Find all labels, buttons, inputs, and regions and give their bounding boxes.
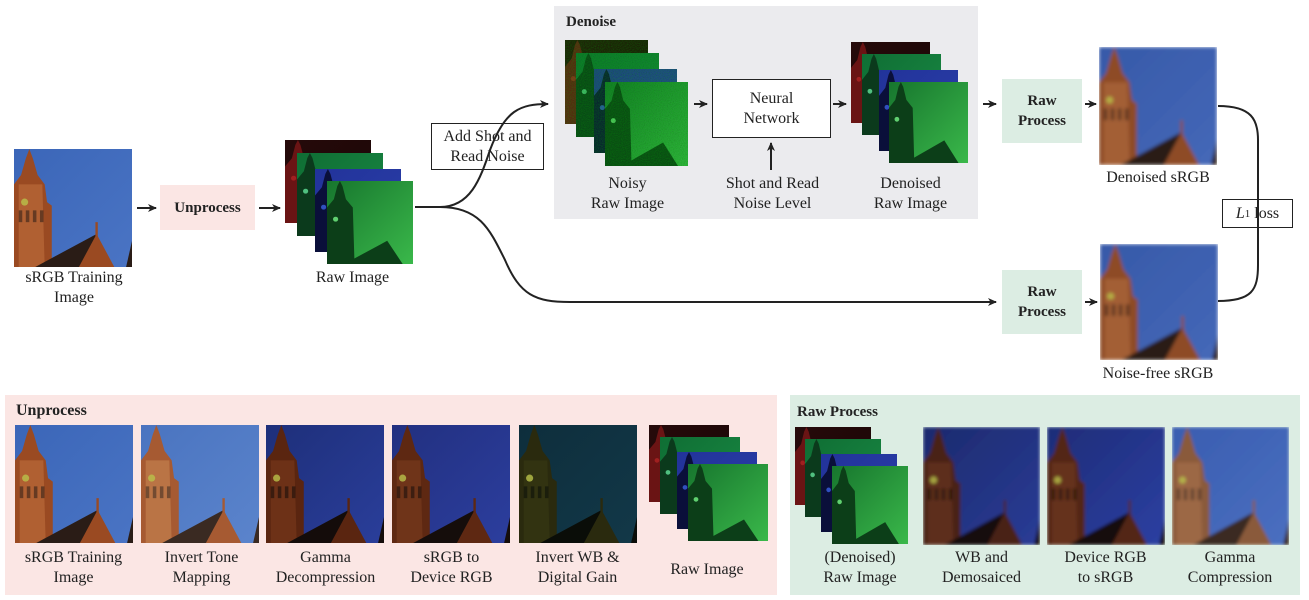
unprocess-step-device-image bbox=[392, 425, 510, 543]
denoised-srgb-label: Denoised sRGB bbox=[1106, 169, 1210, 186]
raw-process-box-top: Raw Process bbox=[1002, 79, 1082, 143]
noisy-raw-image-label: Noisy Raw Image bbox=[590, 175, 665, 212]
raw-process-box-bottom: Raw Process bbox=[1002, 270, 1082, 334]
srgb-training-image bbox=[14, 149, 132, 267]
unprocess-step-label: sRGB to Device RGB bbox=[410, 549, 493, 586]
noisy-raw-image-stack bbox=[565, 40, 691, 168]
raw-process-step-raw-stack bbox=[795, 427, 910, 545]
raw-process-step-device-srgb-image bbox=[1047, 427, 1165, 545]
green2-channel-layer bbox=[688, 464, 768, 541]
unprocess-step-label: Invert Tone Mapping bbox=[164, 549, 239, 586]
unprocess-step-label: sRGB Training Image bbox=[24, 549, 123, 586]
green2-channel-layer bbox=[832, 466, 908, 544]
noise-free-srgb-image bbox=[1100, 244, 1218, 360]
unprocess-step-gamma-image bbox=[266, 425, 384, 543]
raw-image-stack bbox=[285, 140, 415, 265]
raw-process-step-label: WB and Demosaiced bbox=[941, 549, 1022, 586]
neural-network-box: Neural Network bbox=[712, 79, 831, 138]
raw-process-panel-title: Raw Process bbox=[797, 404, 878, 420]
unprocess-box: Unprocess bbox=[160, 185, 255, 230]
unprocess-panel-title: Unprocess bbox=[16, 402, 87, 419]
loss-text: loss bbox=[1254, 204, 1280, 222]
noise-level-label: Shot and Read Noise Level bbox=[725, 175, 820, 212]
unprocess-step-tone-image bbox=[141, 425, 259, 543]
green2-channel-layer bbox=[889, 82, 968, 163]
raw-process-step-wb-demosaic-image bbox=[923, 427, 1040, 545]
unprocess-step-wb-image bbox=[519, 425, 637, 543]
unprocess-step-srgb-image bbox=[15, 425, 133, 543]
denoise-panel-title: Denoise bbox=[566, 14, 616, 30]
green2-channel-layer bbox=[327, 181, 413, 264]
denoised-srgb-image bbox=[1099, 47, 1217, 165]
unprocess-step-label: Gamma Decompression bbox=[275, 549, 376, 586]
green2-channel-layer bbox=[605, 82, 688, 166]
loss-symbol: L bbox=[1235, 204, 1245, 222]
curve-to-raw-process-bottom bbox=[439, 206, 997, 306]
l1-loss-box: L1 loss bbox=[1222, 199, 1293, 228]
noise-free-srgb-label: Noise-free sRGB bbox=[1102, 365, 1214, 382]
add-noise-box: Add Shot and Read Noise bbox=[431, 123, 544, 170]
unprocess-step-raw-stack bbox=[649, 425, 770, 542]
raw-image-label: Raw Image bbox=[315, 269, 390, 286]
srgb-training-image-label: sRGB Training Image bbox=[25, 269, 123, 306]
unprocess-step-label: Raw Image bbox=[670, 561, 744, 578]
denoised-raw-image-stack bbox=[851, 42, 971, 164]
raw-process-step-label: Device RGB to sRGB bbox=[1064, 549, 1147, 586]
unprocess-step-label: Invert WB & Digital Gain bbox=[535, 549, 620, 586]
denoised-raw-image-label: Denoised Raw Image bbox=[873, 175, 948, 212]
raw-process-step-gamma-compression-image bbox=[1172, 427, 1289, 545]
raw-process-step-label: Gamma Compression bbox=[1187, 549, 1273, 586]
loss-subscript: 1 bbox=[1244, 207, 1251, 220]
raw-process-step-label: (Denoised) Raw Image bbox=[823, 549, 897, 586]
